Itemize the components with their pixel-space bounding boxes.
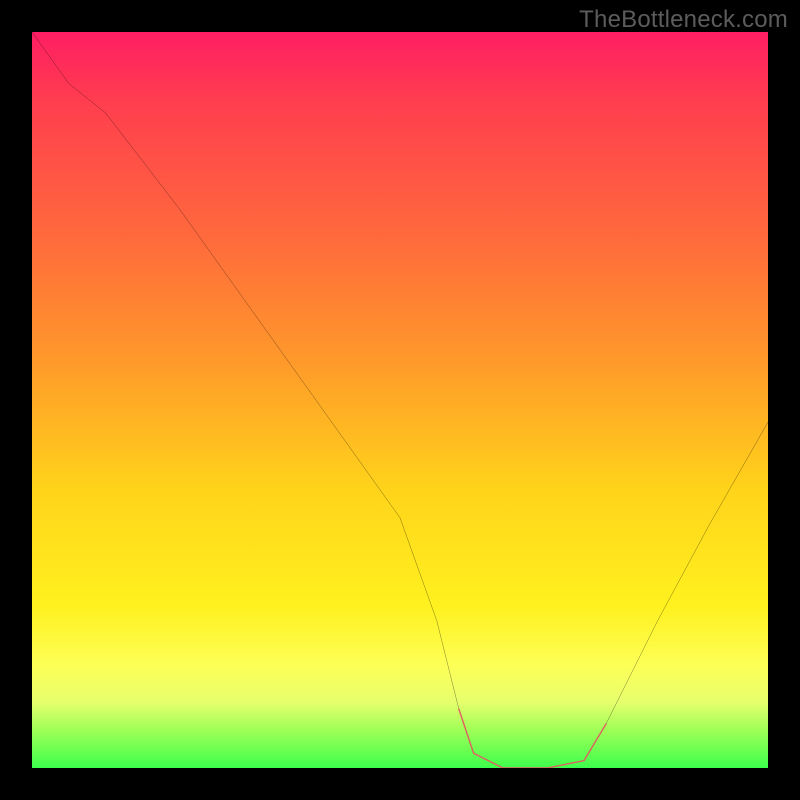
watermark-text: TheBottleneck.com	[579, 6, 788, 34]
plot-area	[32, 32, 768, 768]
curve-overlay	[32, 32, 768, 768]
chart-frame: TheBottleneck.com	[0, 0, 800, 800]
bottleneck-curve	[32, 32, 768, 768]
optimal-range-highlight	[459, 709, 606, 768]
